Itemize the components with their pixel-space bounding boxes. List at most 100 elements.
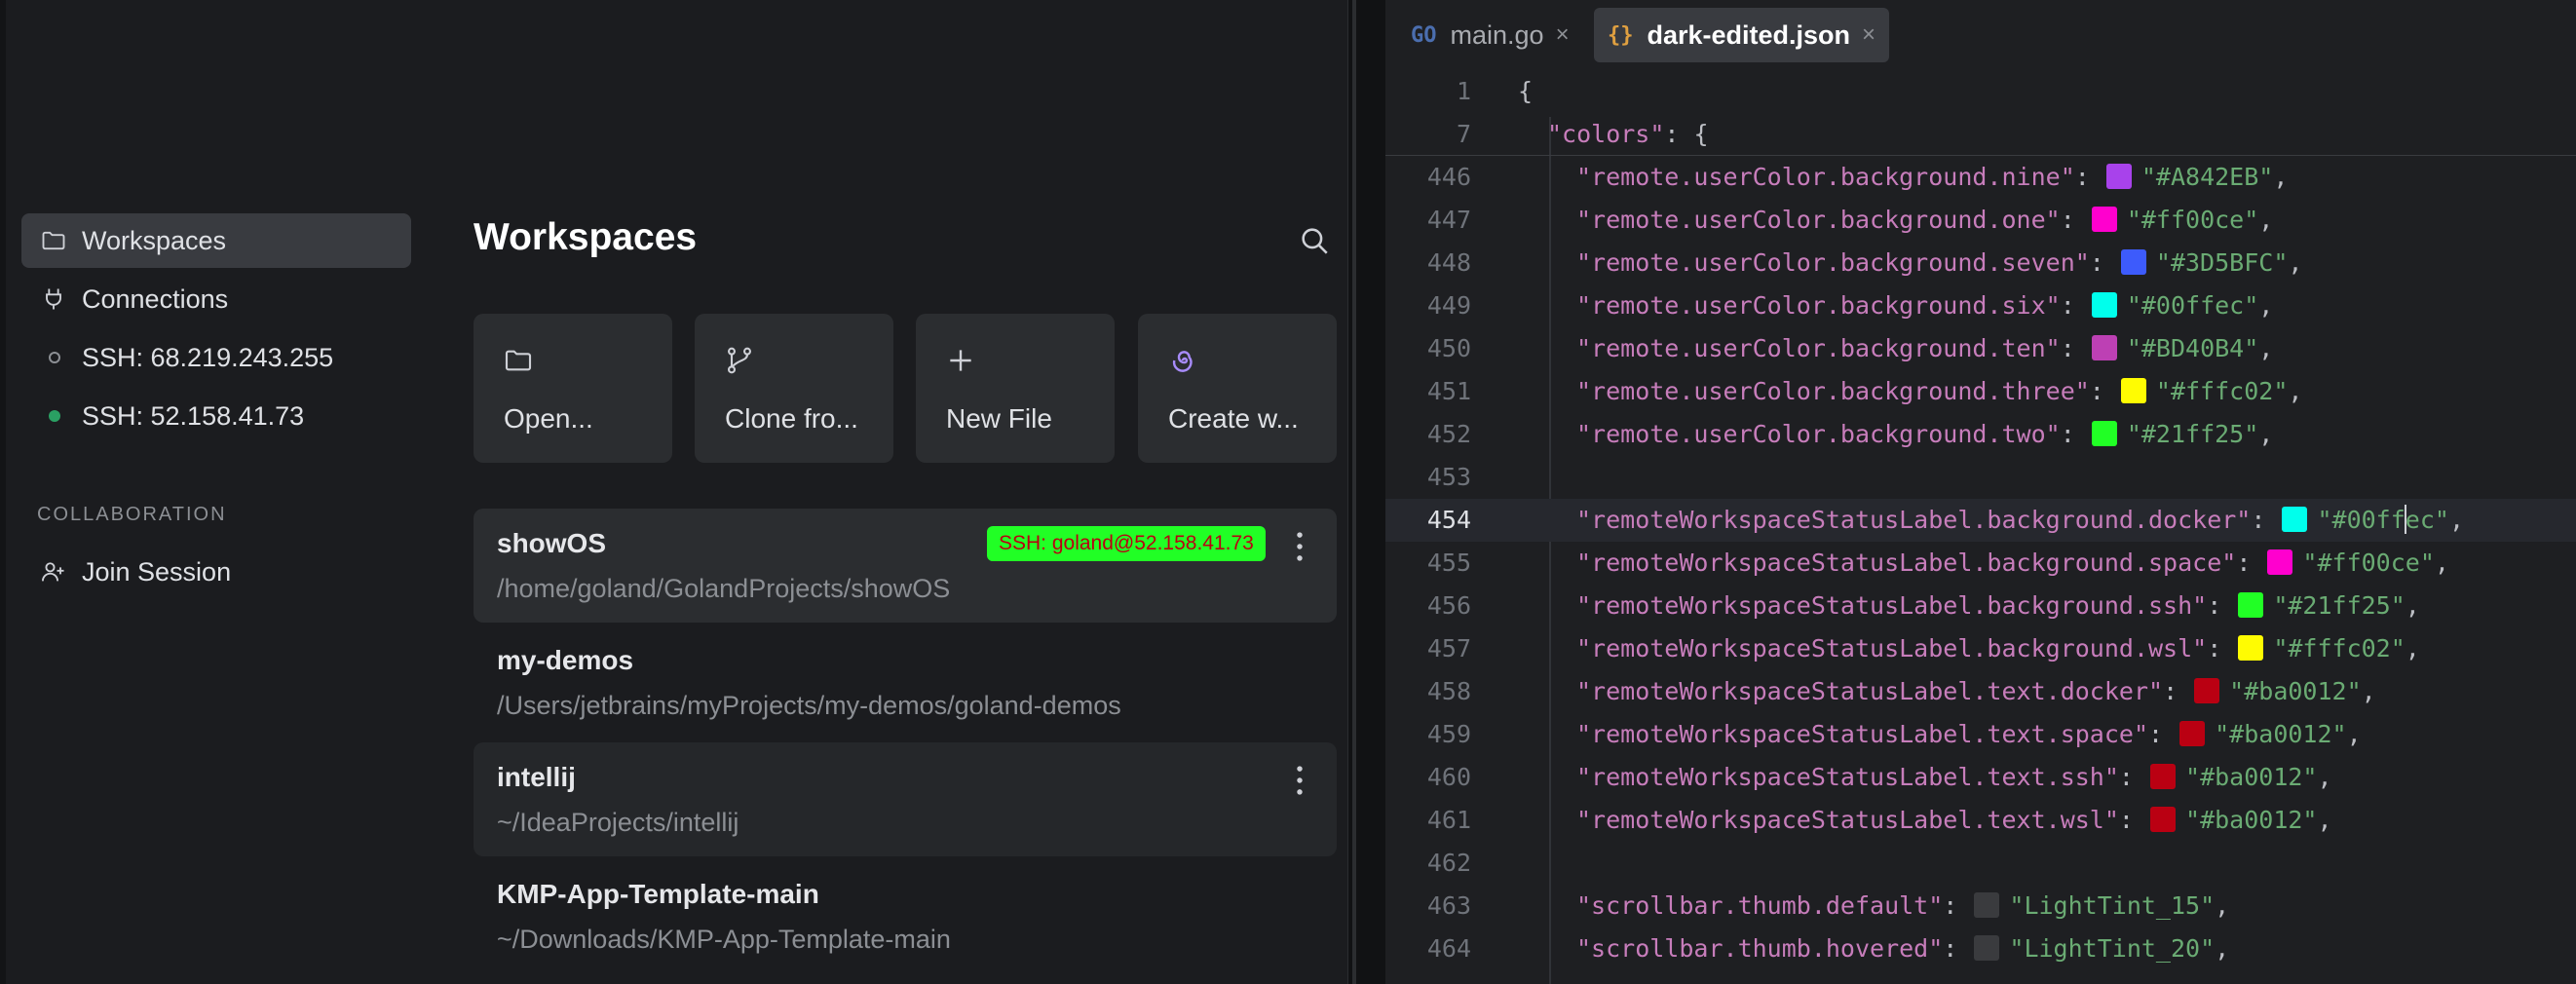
code-text: "remoteWorkspaceStatusLabel.text.space":… xyxy=(1576,713,2362,756)
sidebar-item-workspaces[interactable]: Workspaces xyxy=(21,213,411,268)
color-swatch-icon xyxy=(2091,335,2117,360)
sidebar-item-label: Connections xyxy=(82,284,229,314)
punctuation: , xyxy=(2258,206,2274,234)
code-text: "remoteWorkspaceStatusLabel.background.w… xyxy=(1576,627,2420,670)
clone-label: Clone fro... xyxy=(725,403,858,434)
code-text: "remoteWorkspaceStatusLabel.text.ssh": "… xyxy=(1576,756,2332,799)
sidebar-item-label: SSH: 68.219.243.255 xyxy=(82,342,334,372)
code-line: 462 xyxy=(1385,842,2576,885)
sidebar-item-connections[interactable]: Connections xyxy=(21,272,411,326)
close-icon[interactable]: × xyxy=(1556,21,1570,49)
punctuation: , xyxy=(2273,163,2289,191)
project-path: ~/Downloads/KMP-App-Template-main xyxy=(497,925,951,954)
json-value: "#3D5BFC" xyxy=(2155,248,2289,277)
search-icon[interactable] xyxy=(1298,224,1331,257)
color-swatch-icon xyxy=(1974,935,2000,961)
open-label: Open... xyxy=(504,403,593,434)
join-session-label: Join Session xyxy=(82,556,232,587)
color-swatch-icon xyxy=(2194,678,2220,703)
color-swatch-icon xyxy=(2150,807,2177,832)
tab-dark-edited-json[interactable]: {} dark-edited.json × xyxy=(1594,8,1890,62)
color-swatch-icon xyxy=(2091,292,2117,318)
sidebar-item-label: Workspaces xyxy=(82,225,227,255)
code-line: 455 "remoteWorkspaceStatusLabel.backgroun… xyxy=(1385,542,2576,585)
project-path: ~/IdeaProjects/intellij xyxy=(497,808,739,837)
close-icon[interactable]: × xyxy=(1862,21,1875,49)
code-area[interactable]: 1{7 "colors": {446 "remote.userColor.backg… xyxy=(1385,70,2576,970)
code-text: "remote.userColor.background.seven": "#3… xyxy=(1576,242,2302,284)
sidebar-item-ssh-1[interactable]: SSH: 68.219.243.255 xyxy=(21,330,411,385)
more-options-icon[interactable] xyxy=(1292,764,1307,797)
punctuation: : xyxy=(2118,806,2149,834)
line-number: 461 xyxy=(1426,806,1471,834)
line-number: 458 xyxy=(1426,677,1471,705)
code-text: { xyxy=(1518,77,1534,105)
new-file-button[interactable]: New File xyxy=(916,314,1115,463)
panel-splitter[interactable] xyxy=(1348,0,1385,984)
project-item[interactable]: showOS SSH: goland@52.158.41.73 /home/go… xyxy=(474,509,1337,623)
code-text: "colors": { xyxy=(1547,113,1709,156)
json-value: "#A842EB" xyxy=(2140,163,2274,191)
code-text: "remote.userColor.background.one": "#ff0… xyxy=(1576,199,2273,242)
tab-label: main.go xyxy=(1450,19,1544,50)
new-file-label: New File xyxy=(946,403,1052,434)
open-button[interactable]: Open... xyxy=(474,314,672,463)
punctuation: , xyxy=(2215,934,2230,963)
swirl-icon xyxy=(1167,345,1198,376)
line-number: 7 xyxy=(1456,120,1471,148)
plug-icon xyxy=(39,284,68,314)
code-text: "remote.userColor.background.two": "#21f… xyxy=(1576,413,2273,456)
color-swatch-icon xyxy=(1974,892,2000,918)
more-options-icon[interactable] xyxy=(1292,530,1307,563)
sidebar-item-label: SSH: 52.158.41.73 xyxy=(82,400,305,431)
punctuation: , xyxy=(2258,291,2274,320)
project-path: /Users/jetbrains/myProjects/my-demos/gol… xyxy=(497,691,1121,720)
project-item[interactable]: my-demos /Users/jetbrains/myProjects/my-… xyxy=(474,625,1337,739)
go-file-icon: GO xyxy=(1411,22,1437,48)
clone-button[interactable]: Clone fro... xyxy=(695,314,893,463)
json-key: "remote.userColor.background.seven" xyxy=(1576,248,2090,277)
punctuation: , xyxy=(2434,549,2449,577)
code-line: 448 "remote.userColor.background.seven": … xyxy=(1385,242,2576,284)
code-text: "remote.userColor.background.three": "#f… xyxy=(1576,370,2302,413)
punctuation: , xyxy=(2405,634,2420,662)
punctuation: , xyxy=(2288,377,2303,405)
punctuation: , xyxy=(2288,248,2303,277)
json-key: "remoteWorkspaceStatusLabel.background.s… xyxy=(1576,549,2237,577)
line-number: 448 xyxy=(1426,248,1471,277)
code-line: 457 "remoteWorkspaceStatusLabel.backgroun… xyxy=(1385,627,2576,670)
json-key: "remote.userColor.background.one" xyxy=(1576,206,2061,234)
plus-icon xyxy=(945,345,976,376)
ssh-status-badge: SSH: goland@52.158.41.73 xyxy=(987,526,1266,561)
create-workspace-button[interactable]: Create w... xyxy=(1138,314,1337,463)
json-key: "remoteWorkspaceStatusLabel.text.space" xyxy=(1576,720,2148,748)
folder-icon xyxy=(39,226,68,255)
project-item[interactable]: KMP-App-Template-main ~/Downloads/KMP-Ap… xyxy=(474,859,1337,973)
json-file-icon: {} xyxy=(1608,22,1634,48)
project-item[interactable]: intellij ~/IdeaProjects/intellij xyxy=(474,742,1337,856)
json-key: "remoteWorkspaceStatusLabel.background.d… xyxy=(1576,506,2252,534)
code-editor[interactable]: GO main.go × {} dark-edited.json × 1{7 "c… xyxy=(1385,0,2576,984)
json-key: "remoteWorkspaceStatusLabel.background.w… xyxy=(1576,634,2208,662)
code-text: "remoteWorkspaceStatusLabel.text.wsl": "… xyxy=(1576,799,2332,842)
json-value: "#fffc02" xyxy=(2273,634,2406,662)
code-line: 446 "remote.userColor.background.nine": "… xyxy=(1385,156,2576,199)
json-key: "remote.userColor.background.two" xyxy=(1576,420,2061,448)
line-number: 462 xyxy=(1426,849,1471,877)
sidebar-item-ssh-2[interactable]: SSH: 52.158.41.73 xyxy=(21,389,411,443)
json-key: "remoteWorkspaceStatusLabel.background.s… xyxy=(1576,591,2208,620)
collaboration-section-label: COLLABORATION xyxy=(37,504,227,525)
json-value: "#fffc02" xyxy=(2155,377,2289,405)
code-line: 463 "scrollbar.thumb.default": "LightTint… xyxy=(1385,885,2576,927)
tab-main-go[interactable]: GO main.go × xyxy=(1397,8,1583,62)
line-number: 460 xyxy=(1426,763,1471,791)
code-line: 452 "remote.userColor.background.two": "#… xyxy=(1385,413,2576,456)
punctuation: : xyxy=(2148,720,2178,748)
join-session-button[interactable]: Join Session xyxy=(21,545,411,599)
punctuation: : xyxy=(2251,506,2281,534)
punctuation: , xyxy=(2405,591,2420,620)
color-swatch-icon xyxy=(2120,249,2146,275)
code-line: 458 "remoteWorkspaceStatusLabel.text.dock… xyxy=(1385,670,2576,713)
json-key: "scrollbar.thumb.default" xyxy=(1576,891,1944,920)
punctuation: , xyxy=(2361,677,2376,705)
